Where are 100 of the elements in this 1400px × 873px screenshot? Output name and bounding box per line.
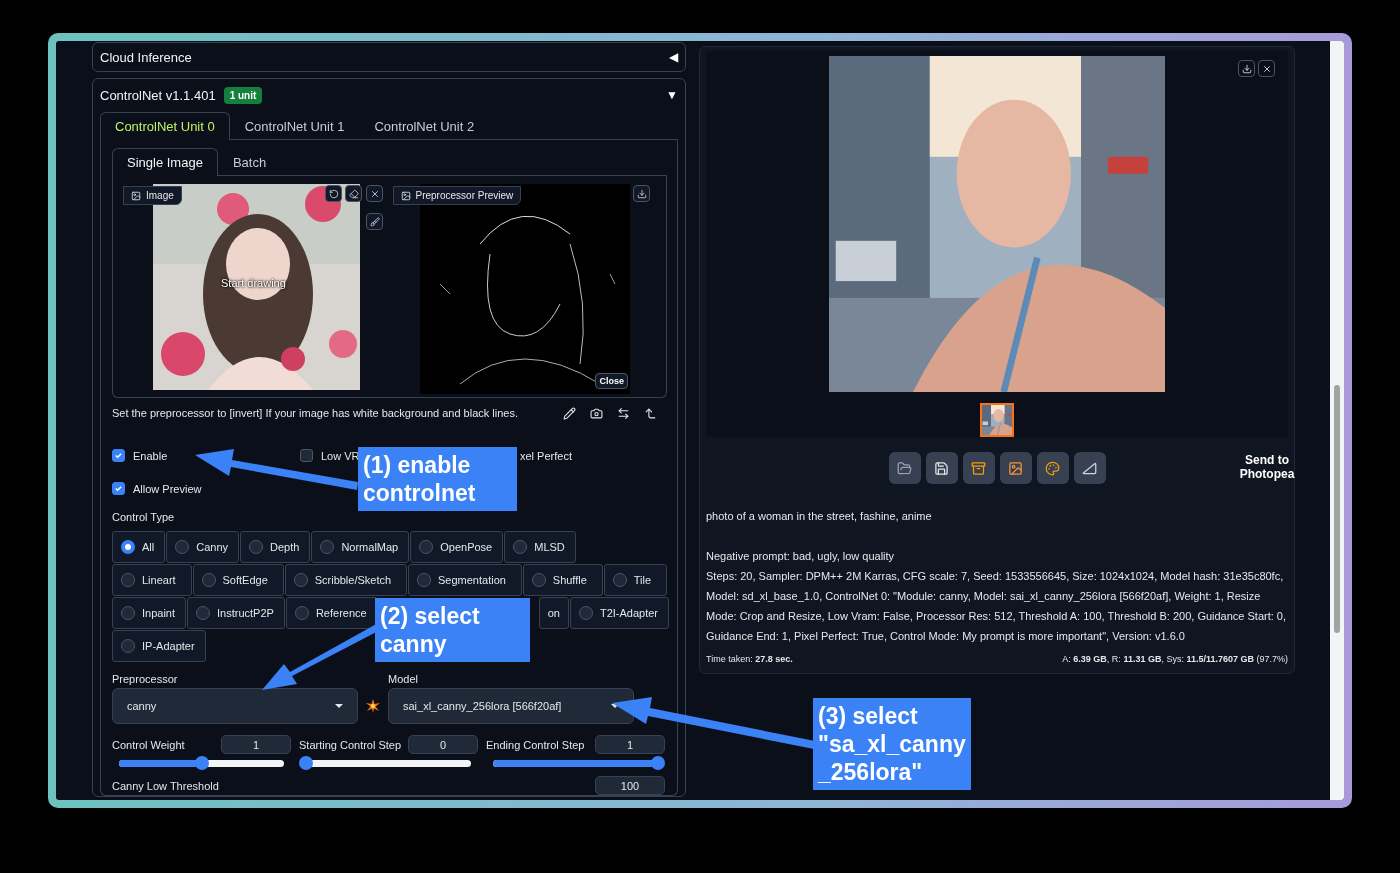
number-field[interactable]: 100 — [595, 776, 665, 795]
time-taken: Time taken: 27.8 sec. — [706, 654, 793, 664]
radio-dot[interactable] — [121, 540, 135, 554]
radio-option[interactable]: MLSD — [504, 531, 576, 563]
archive-button[interactable] — [962, 452, 995, 484]
callout: (1) enable controlnet — [358, 447, 517, 511]
close-button[interactable] — [1258, 60, 1275, 77]
radio-dot[interactable] — [531, 573, 546, 587]
image-icon — [131, 190, 141, 201]
palette-button[interactable] — [1036, 452, 1069, 484]
slider-label: Ending Control Step — [486, 738, 585, 751]
slider-thumb[interactable] — [194, 755, 209, 770]
radio-option[interactable]: Depth — [240, 531, 311, 563]
radio-option[interactable]: Canny — [166, 531, 240, 563]
radio-option[interactable]: T2I-Adapter — [569, 597, 669, 629]
swap-icon[interactable] — [617, 406, 630, 420]
radio-dot[interactable] — [175, 540, 190, 554]
download-icon — [1241, 63, 1252, 74]
eraser-button[interactable] — [345, 185, 362, 202]
archive-icon — [971, 460, 986, 476]
send-button[interactable]: Send to Photopea — [1232, 452, 1302, 482]
radio-option[interactable]: Reference — [285, 597, 378, 629]
brush-icon — [369, 216, 380, 227]
radio-option[interactable]: InstructP2P — [187, 597, 285, 629]
ruler-button[interactable] — [1073, 452, 1106, 484]
arrow-up-icon[interactable] — [644, 406, 657, 420]
radio-option[interactable]: IP-Adapter — [112, 630, 206, 662]
slider-thumb[interactable] — [299, 755, 313, 770]
radio-option[interactable]: OpenPose — [410, 531, 504, 563]
radio-dot[interactable] — [121, 639, 135, 653]
callout: (3) select "sa_xl_canny_256lora" — [813, 698, 971, 790]
image-icon — [1008, 460, 1023, 476]
radio-dot[interactable] — [612, 573, 627, 587]
brush-button[interactable] — [366, 213, 383, 230]
option-label[interactable]: xel Perfect — [520, 449, 572, 462]
image-label: Image — [123, 186, 182, 205]
checkbox[interactable]: Allow Preview — [112, 482, 202, 495]
memory-usage: A: 6.39 GB, R: 11.31 GB, Sys: 11.5/11.7607 GB (97.7%) — [1062, 654, 1288, 664]
folder-button[interactable] — [888, 452, 921, 484]
radio-option[interactable]: Lineart — [112, 564, 192, 596]
close-icon — [369, 188, 380, 199]
radio-dot[interactable] — [578, 606, 593, 620]
folder-icon — [897, 460, 912, 476]
collapse-toggle[interactable]: ◀ — [669, 50, 678, 64]
radio-option[interactable]: Inpaint — [112, 597, 187, 629]
pencil-icon[interactable] — [563, 406, 576, 420]
undo-button[interactable] — [325, 185, 342, 202]
number-field[interactable]: 0 — [408, 735, 478, 754]
radio-dot[interactable] — [201, 573, 216, 587]
checkbox-box[interactable] — [112, 482, 125, 495]
unit-tab[interactable]: ControlNet Unit 1 — [229, 112, 360, 140]
field-label: Model — [388, 673, 419, 685]
radio-option[interactable]: NormalMap — [311, 531, 410, 563]
radio-option[interactable]: All — [112, 531, 166, 563]
camera-icon[interactable] — [590, 406, 603, 420]
close-icon — [1261, 63, 1272, 74]
number-field[interactable]: 1 — [595, 735, 665, 754]
slider-label: Control Weight — [112, 738, 185, 751]
radio-dot[interactable] — [417, 573, 431, 587]
radio-dot[interactable] — [419, 540, 434, 554]
radio-dot[interactable] — [293, 573, 308, 587]
radio-dot[interactable] — [249, 540, 264, 554]
input-tab[interactable]: Single Image — [112, 148, 218, 176]
radio-option[interactable]: Shuffle — [522, 564, 603, 596]
input-tab[interactable]: Batch — [217, 148, 282, 176]
radio-option[interactable]: SoftEdge — [192, 564, 284, 596]
eraser-icon — [348, 188, 359, 199]
close-button[interactable] — [366, 185, 383, 202]
thumbnail[interactable] — [980, 403, 1014, 437]
radio-option[interactable]: Segmentation — [408, 564, 522, 596]
radio-dot[interactable] — [121, 606, 135, 620]
slider-label: Starting Control Step — [299, 738, 402, 751]
radio-option[interactable]: on — [538, 597, 569, 629]
collapse-toggle[interactable]: ▼ — [666, 88, 678, 102]
radio-dot[interactable] — [320, 540, 335, 554]
number-field[interactable]: 1 — [221, 735, 291, 754]
unit-tab[interactable]: ControlNet Unit 0 — [100, 112, 230, 140]
radio-dot[interactable] — [121, 573, 135, 587]
image-icon — [400, 190, 411, 201]
unit-tab[interactable]: ControlNet Unit 2 — [359, 112, 490, 140]
radio-option[interactable]: Tile — [603, 564, 667, 596]
radio-option[interactable]: Scribble/Sketch — [284, 564, 407, 596]
save-button[interactable] — [925, 452, 958, 484]
preview-label: Preprocessor Preview — [392, 186, 522, 205]
accordion[interactable]: Cloud Inference ◀ — [92, 42, 686, 72]
radio-dot[interactable] — [294, 606, 309, 620]
burst-icon — [366, 699, 380, 713]
preprocessor-dropdown[interactable]: canny — [112, 688, 358, 724]
radio-dot[interactable] — [513, 540, 528, 554]
model-dropdown[interactable]: sai_xl_canny_256lora [566f20af] — [388, 688, 634, 724]
checkbox-box[interactable] — [112, 449, 125, 462]
download-button[interactable] — [1238, 60, 1255, 77]
close-button[interactable]: Close — [595, 373, 628, 389]
download-button[interactable] — [633, 185, 650, 202]
image-button[interactable] — [999, 452, 1032, 484]
slider-thumb[interactable] — [651, 755, 665, 770]
scrollbar[interactable] — [1330, 41, 1344, 800]
checkbox-box[interactable] — [300, 449, 313, 462]
radio-dot[interactable] — [196, 606, 211, 620]
checkbox[interactable]: Enable — [112, 449, 168, 462]
